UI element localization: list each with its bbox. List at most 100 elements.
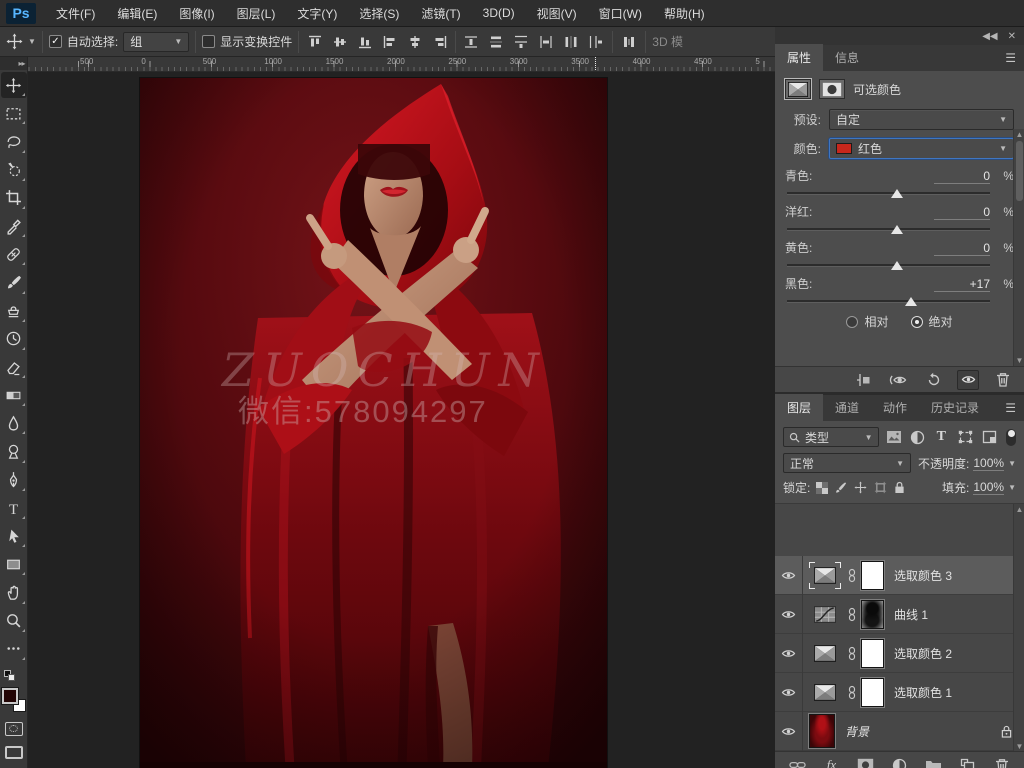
distribute-vcenter-icon[interactable]: [486, 32, 506, 52]
scroll-down-icon[interactable]: ▼: [1014, 356, 1024, 365]
screen-mode-button[interactable]: [4, 745, 23, 759]
tool-preset[interactable]: ▼: [6, 33, 36, 50]
toggle-visibility-icon[interactable]: [957, 369, 979, 390]
yellow-value-field[interactable]: 0: [934, 241, 990, 256]
curves-adjustment-icon[interactable]: [814, 605, 836, 623]
menu-layer[interactable]: 图层(L): [227, 1, 286, 26]
align-right-icon[interactable]: [430, 32, 450, 52]
marquee-tool[interactable]: [1, 100, 27, 126]
foreground-color-swatch[interactable]: [0, 686, 19, 705]
blur-tool[interactable]: [1, 410, 27, 436]
move-tool[interactable]: [0, 72, 27, 99]
selective-color-adjustment-icon[interactable]: [814, 644, 836, 662]
layer-row-curves-1[interactable]: 曲线 1: [775, 594, 1024, 634]
add-adjustment-icon[interactable]: [890, 755, 910, 768]
view-previous-state-icon[interactable]: [887, 370, 909, 390]
scrollbar-thumb[interactable]: [1016, 141, 1023, 201]
fill-control[interactable]: 填充: 100% ▼: [942, 479, 1016, 496]
menu-help[interactable]: 帮助(H): [654, 1, 715, 26]
auto-select-checkbox[interactable]: ✓: [48, 35, 62, 48]
distribute-right-icon[interactable]: [586, 32, 606, 52]
eraser-tool[interactable]: [1, 354, 27, 380]
selective-color-adjustment-icon[interactable]: [809, 561, 841, 589]
tab-channels[interactable]: 通道: [823, 394, 871, 421]
yellow-slider-thumb[interactable]: [891, 261, 904, 270]
layer-name[interactable]: 选取颜色 1: [894, 684, 952, 701]
delete-layer-icon[interactable]: [992, 755, 1012, 768]
color-swatches[interactable]: [0, 686, 26, 712]
menu-file[interactable]: 文件(F): [46, 1, 105, 26]
filter-pixel-layers-icon[interactable]: [885, 428, 903, 446]
layer-mask-thumbnail[interactable]: [860, 598, 885, 630]
tab-actions[interactable]: 动作: [871, 394, 919, 421]
link-layers-icon[interactable]: [788, 755, 808, 768]
selective-color-adjustment-icon[interactable]: [814, 683, 836, 701]
visibility-toggle[interactable]: [775, 555, 803, 595]
menu-edit[interactable]: 编辑(E): [107, 1, 167, 26]
scroll-up-icon[interactable]: ▲: [1014, 505, 1024, 514]
layers-scrollbar[interactable]: ▲ ▼: [1013, 504, 1024, 751]
distribute-hcenter-icon[interactable]: [561, 32, 581, 52]
filter-adjustment-layers-icon[interactable]: [908, 428, 926, 446]
filter-shape-layers-icon[interactable]: [956, 428, 974, 446]
distribute-left-icon[interactable]: [536, 32, 556, 52]
new-group-icon[interactable]: [924, 755, 944, 768]
menu-type[interactable]: 文字(Y): [287, 1, 347, 26]
menu-window[interactable]: 窗口(W): [589, 1, 652, 26]
canvas-area[interactable]: ZUOCHUN 微信:578094297: [28, 72, 775, 768]
clip-to-layer-icon[interactable]: [852, 370, 874, 390]
layer-name[interactable]: 选取颜色 3: [894, 567, 952, 584]
filter-type-layers-icon[interactable]: T: [932, 428, 950, 446]
tab-layers[interactable]: 图层: [775, 394, 824, 421]
history-brush-tool[interactable]: [1, 326, 27, 352]
layer-row-background[interactable]: 背景: [775, 711, 1024, 751]
reset-icon[interactable]: [922, 370, 944, 390]
eyedropper-tool[interactable]: [1, 213, 27, 239]
mode-3d-label[interactable]: 3D 模: [652, 33, 683, 50]
layer-row-selective-color-1[interactable]: 选取颜色 1: [775, 672, 1024, 712]
healing-brush-tool[interactable]: [1, 241, 27, 267]
clone-stamp-tool[interactable]: [1, 298, 27, 324]
distribute-top-icon[interactable]: [461, 32, 481, 52]
lock-paint-icon[interactable]: [835, 481, 847, 494]
more-tools[interactable]: [1, 636, 27, 662]
lock-transparent-icon[interactable]: [816, 481, 829, 494]
close-panel-icon[interactable]: ✕: [1008, 31, 1016, 42]
visibility-toggle[interactable]: [775, 594, 803, 634]
auto-select-dropdown[interactable]: 组 ▼: [123, 31, 190, 52]
delete-adjustment-icon[interactable]: [992, 370, 1014, 390]
distribute-spacing-icon[interactable]: [619, 32, 639, 52]
path-select-tool[interactable]: [1, 523, 27, 549]
align-left-icon[interactable]: [380, 32, 400, 52]
mask-link-icon[interactable]: [847, 646, 857, 661]
brush-tool[interactable]: [1, 270, 27, 296]
panel-menu-icon[interactable]: ☰: [1005, 51, 1016, 65]
dodge-tool[interactable]: [1, 439, 27, 465]
layer-row-selective-color-2[interactable]: 选取颜色 2: [775, 633, 1024, 673]
layer-name[interactable]: 选取颜色 2: [894, 645, 952, 662]
background-layer-thumbnail[interactable]: [808, 713, 836, 749]
gradient-tool[interactable]: [1, 382, 27, 408]
menu-select[interactable]: 选择(S): [349, 1, 409, 26]
magenta-value-field[interactable]: 0: [934, 205, 990, 220]
mask-link-icon[interactable]: [847, 568, 857, 583]
align-bottom-icon[interactable]: [355, 32, 375, 52]
blend-mode-dropdown[interactable]: 正常 ▼: [783, 453, 911, 473]
panel-menu-icon[interactable]: ☰: [1005, 401, 1016, 415]
show-transform-checkbox[interactable]: [202, 35, 216, 48]
tab-history[interactable]: 历史记录: [919, 394, 991, 421]
layer-name[interactable]: 曲线 1: [894, 606, 928, 623]
filter-toggle-switch[interactable]: [1006, 428, 1017, 446]
scroll-up-icon[interactable]: ▲: [1014, 130, 1024, 139]
visibility-toggle[interactable]: [775, 633, 803, 673]
mask-link-icon[interactable]: [847, 607, 857, 622]
black-value-field[interactable]: +17: [934, 277, 990, 292]
lock-position-icon[interactable]: [854, 481, 867, 494]
menu-filter[interactable]: 滤镜(T): [411, 1, 470, 26]
align-hcenter-icon[interactable]: [405, 32, 425, 52]
align-top-icon[interactable]: [305, 32, 325, 52]
add-mask-icon[interactable]: [856, 755, 876, 768]
swap-colors-icon[interactable]: [3, 669, 25, 682]
cyan-slider-thumb[interactable]: [891, 189, 904, 198]
absolute-radio[interactable]: 绝对: [910, 313, 953, 330]
